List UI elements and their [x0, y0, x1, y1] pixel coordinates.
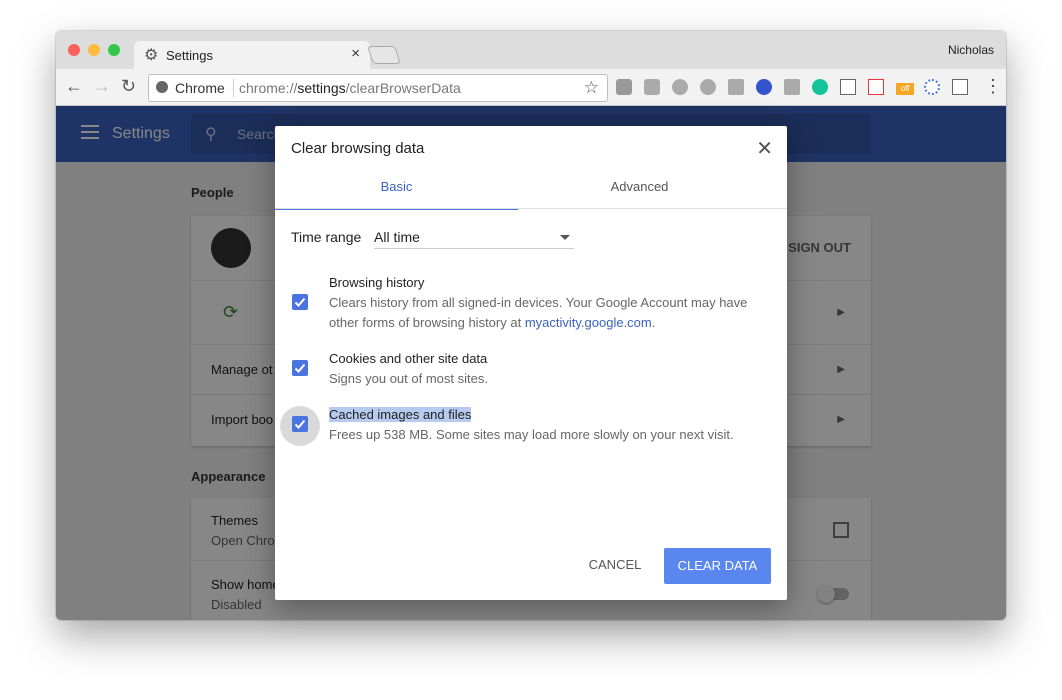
omnibox-divider — [233, 79, 234, 97]
forward-icon[interactable]: → — [93, 76, 111, 97]
v-extension-icon[interactable] — [756, 79, 772, 95]
dialog-title: Clear browsing data — [291, 140, 425, 157]
pdf-extension-icon[interactable] — [868, 79, 884, 95]
tab-close-icon[interactable]: × — [351, 45, 360, 62]
dots-extension-icon[interactable] — [924, 79, 940, 95]
cached-images-desc: Frees up 538 MB. Some sites may load mor… — [329, 427, 734, 442]
new-tab-button[interactable] — [367, 46, 401, 64]
clipper-extension-icon[interactable] — [952, 79, 968, 95]
reload-icon[interactable]: ↻ — [121, 76, 136, 97]
cached-images-checkbox[interactable] — [292, 416, 308, 432]
time-range-value: All time — [374, 229, 420, 245]
dropdown-caret-icon — [560, 235, 570, 240]
clear-browsing-data-dialog: Clear browsing data ✕ Basic Advanced Tim… — [275, 126, 787, 600]
tab-settings[interactable]: ⚙ Settings × — [134, 41, 370, 69]
site-chip: Chrome — [175, 80, 225, 96]
tab-bar: ⚙ Settings × Nicholas — [56, 31, 1006, 69]
bookmark-star-icon[interactable]: ☆ — [584, 78, 599, 98]
evernote-extension-icon[interactable] — [784, 79, 800, 95]
cookies-checkbox[interactable] — [292, 360, 308, 376]
cached-images-title: Cached images and files — [329, 407, 472, 422]
back-icon[interactable]: ← — [65, 76, 83, 97]
myactivity-link[interactable]: myactivity.google.com — [525, 315, 652, 330]
minimize-window-button[interactable] — [88, 44, 100, 56]
browsing-history-checkbox[interactable] — [292, 294, 308, 310]
shield-extension-icon[interactable] — [672, 79, 688, 95]
profile-name[interactable]: Nicholas — [948, 43, 994, 57]
time-range-label: Time range — [291, 229, 362, 245]
tab-title: Settings — [166, 48, 213, 63]
address-bar[interactable]: Chrome chrome://settings/clearBrowserDat… — [148, 74, 608, 102]
cookies-desc: Signs you out of most sites. — [329, 371, 488, 386]
screenshot-extension-icon[interactable] — [840, 79, 856, 95]
checkmark-icon — [294, 297, 306, 307]
checkmark-icon — [294, 363, 306, 373]
chrome-icon — [156, 81, 168, 93]
ghost-extension-icon[interactable] — [700, 79, 716, 95]
browsing-history-desc: Clears history from all signed-in device… — [329, 295, 748, 330]
close-window-button[interactable] — [68, 44, 80, 56]
mail-extension-icon[interactable] — [728, 79, 744, 95]
camera-extension-icon[interactable] — [616, 79, 632, 95]
tab-advanced[interactable]: Advanced — [518, 172, 761, 208]
drive-extension-icon[interactable] — [644, 79, 660, 95]
tab-basic[interactable]: Basic — [275, 172, 518, 210]
time-range-select[interactable]: All time — [374, 226, 574, 249]
browsing-history-title: Browsing history — [329, 275, 425, 290]
tab-divider — [275, 208, 787, 209]
grammarly-extension-icon[interactable] — [812, 79, 828, 95]
clear-data-button[interactable]: CLEAR DATA — [664, 548, 771, 584]
cookies-title: Cookies and other site data — [329, 351, 488, 366]
gear-icon: ⚙ — [144, 47, 159, 64]
close-icon[interactable]: ✕ — [756, 136, 773, 161]
zoom-window-button[interactable] — [108, 44, 120, 56]
browser-toolbar: ← → ↻ Chrome chrome://settings/clearBrow… — [56, 69, 1006, 106]
coupon-extension-icon[interactable]: off — [896, 83, 914, 95]
cancel-button[interactable]: CANCEL — [580, 548, 650, 582]
url-text: chrome://settings/clearBrowserData — [239, 80, 461, 96]
checkmark-icon — [294, 419, 306, 429]
chrome-menu-icon[interactable]: ⋮ — [984, 76, 1002, 97]
